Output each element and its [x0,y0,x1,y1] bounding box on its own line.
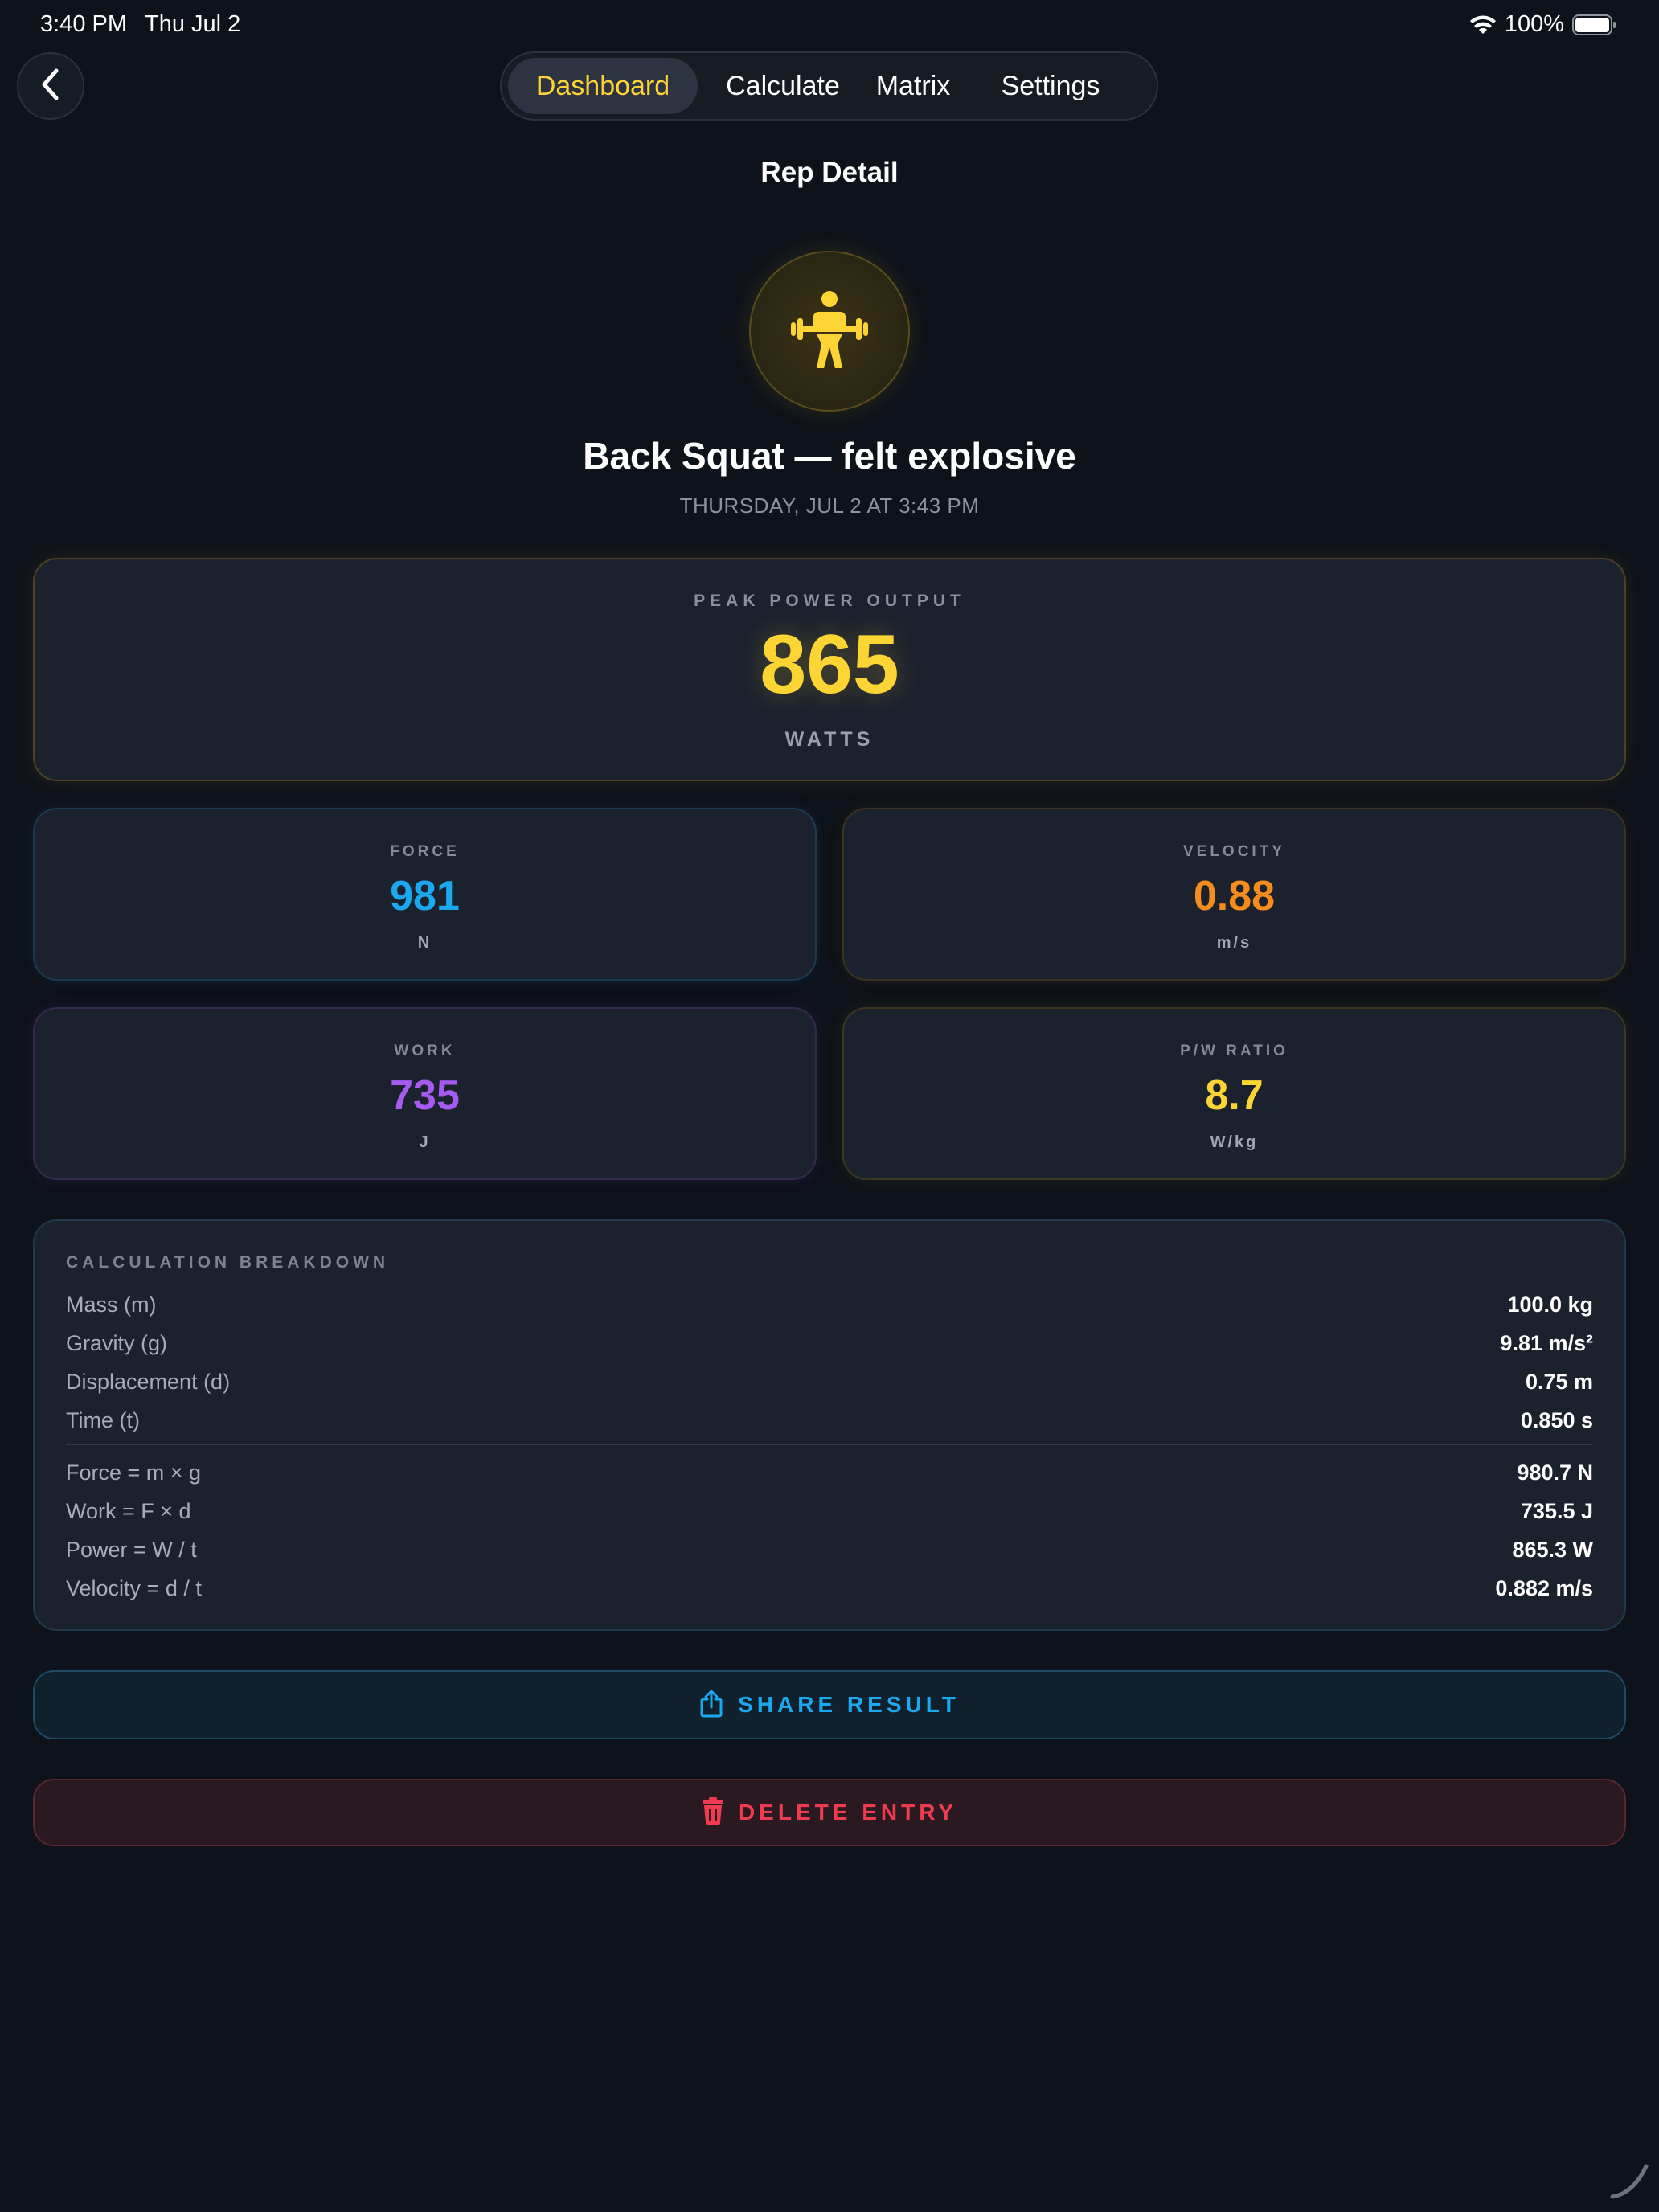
tab-calculate[interactable]: Calculate [698,58,868,114]
status-date: Thu Jul 2 [145,11,241,37]
share-result-button[interactable]: SHARE RESULT [33,1670,1626,1739]
velocity-card: VELOCITY 0.88 m/s [842,808,1626,981]
back-button[interactable] [17,52,84,120]
screen-title: Rep Detail [760,157,899,188]
force-unit: N [417,934,432,952]
work-value: 735 [390,1072,460,1119]
breakdown-divider [66,1444,1593,1445]
calculation-breakdown: CALCULATION BREAKDOWN Mass (m) 100.0 kg … [33,1219,1626,1631]
tab-settings[interactable]: Settings [966,58,1135,114]
breakdown-value: 865.3 W [1512,1537,1593,1562]
status-bar-left: 3:40 PM Thu Jul 2 [40,11,240,38]
exercise-badge [749,251,910,412]
pw-ratio-value: 8.7 [1205,1072,1264,1119]
breakdown-key: Velocity = d / t [66,1575,202,1600]
breakdown-heading: CALCULATION BREAKDOWN [66,1253,390,1272]
breakdown-key: Displacement (d) [66,1369,231,1394]
entry-title: Back Squat — felt explosive [583,435,1076,477]
chevron-left-icon [39,68,63,105]
breakdown-value: 0.75 m [1525,1369,1593,1394]
peak-power-value: 865 [760,618,899,711]
battery-percent: 100% [1504,11,1564,37]
force-value: 981 [390,873,460,920]
breakdown-value: 0.850 s [1520,1407,1593,1432]
breakdown-key: Force = m × g [66,1460,202,1485]
breakdown-key: Time (t) [66,1407,140,1432]
work-label: WORK [394,1043,456,1059]
tab-bar: Dashboard Calculate Matrix Settings [500,51,1158,121]
pw-ratio-label: P/W RATIO [1180,1043,1288,1059]
breakdown-row: Time (t) 0.850 s [66,1401,1593,1440]
share-result-label: SHARE RESULT [738,1692,960,1717]
entry-date: THURSDAY, JUL 2 AT 3:43 PM [679,494,980,518]
delete-entry-button[interactable]: DELETE ENTRY [33,1779,1626,1846]
breakdown-value: 100.0 kg [1507,1292,1593,1317]
status-bar-right: 100% [1469,11,1617,38]
breakdown-row: Force = m × g 980.7 N [66,1453,1593,1492]
breakdown-row: Gravity (g) 9.81 m/s² [66,1324,1593,1362]
pw-ratio-unit: W/kg [1210,1133,1259,1151]
velocity-label: VELOCITY [1182,843,1285,860]
breakdown-value: 0.882 m/s [1495,1575,1593,1600]
work-unit: J [419,1133,431,1151]
force-card: FORCE 981 N [33,808,817,981]
breakdown-row: Power = W / t 865.3 W [66,1530,1593,1569]
breakdown-key: Power = W / t [66,1537,197,1562]
rep-detail-screen: 3:40 PM Thu Jul 2 100% Dashboard Calculat… [0,0,1659,2212]
resize-handle-icon [1609,2158,1651,2204]
breakdown-value: 980.7 N [1517,1460,1593,1485]
pw-ratio-card: P/W RATIO 8.7 W/kg [842,1007,1626,1180]
breakdown-value: 9.81 m/s² [1500,1330,1593,1355]
trash-icon [702,1796,724,1829]
tab-dashboard[interactable]: Dashboard [508,58,698,114]
breakdown-row: Displacement (d) 0.75 m [66,1362,1593,1401]
velocity-unit: m/s [1216,934,1252,952]
battery-icon [1572,14,1617,36]
breakdown-row: Velocity = d / t 0.882 m/s [66,1569,1593,1608]
velocity-value: 0.88 [1193,873,1276,920]
breakdown-key: Gravity (g) [66,1330,168,1355]
share-icon [699,1689,723,1722]
breakdown-row: Mass (m) 100.0 kg [66,1285,1593,1324]
breakdown-row: Work = F × d 735.5 J [66,1492,1593,1530]
peak-power-label: PEAK POWER OUTPUT [694,592,965,610]
breakdown-key: Mass (m) [66,1292,157,1317]
peak-power-unit: WATTS [784,728,875,751]
breakdown-value: 735.5 J [1520,1498,1593,1523]
wifi-icon [1469,14,1497,35]
tab-matrix[interactable]: Matrix [868,58,958,114]
status-time: 3:40 PM [40,11,127,37]
force-label: FORCE [390,843,460,860]
weightlifter-icon [789,288,870,375]
peak-power-card: PEAK POWER OUTPUT 865 WATTS [33,558,1626,781]
breakdown-key: Work = F × d [66,1498,191,1523]
work-card: WORK 735 J [33,1007,817,1180]
delete-entry-label: DELETE ENTRY [738,1800,958,1825]
